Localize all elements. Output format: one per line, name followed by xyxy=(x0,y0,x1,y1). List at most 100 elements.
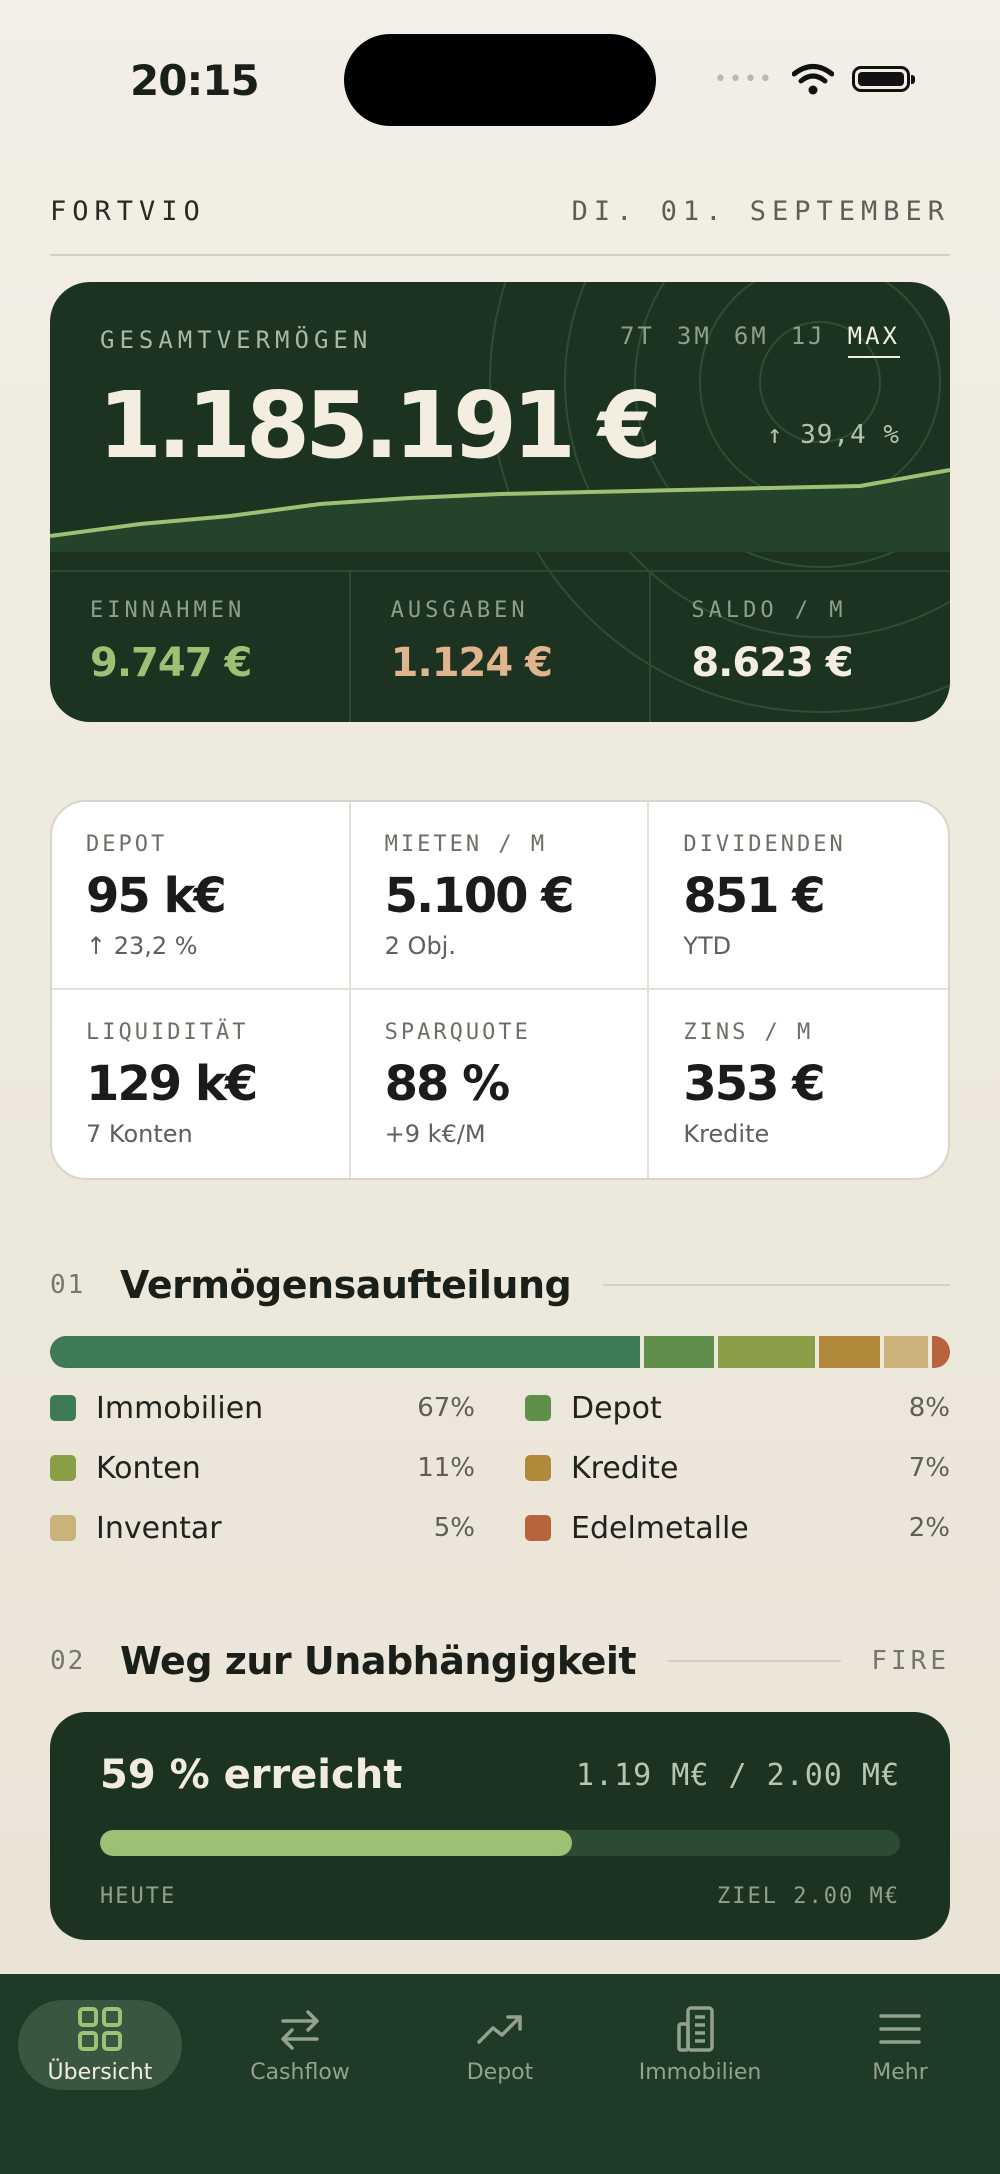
fire-progress-card[interactable]: 59 % erreicht 1.19 M€ / 2.00 M€ HEUTE ZI… xyxy=(50,1712,950,1940)
section-title: Weg zur Unabhängigkeit xyxy=(120,1639,637,1683)
legend-swatch xyxy=(50,1395,76,1421)
range-tab-max[interactable]: MAX xyxy=(847,322,900,358)
kpi-rents[interactable]: MIETEN / M 5.100 € 2 Obj. xyxy=(350,802,650,990)
fire-section-header: 02 Weg zur Unabhängigkeit FIRE xyxy=(50,1636,950,1686)
legend-swatch xyxy=(50,1515,76,1541)
arrows-exchange-icon xyxy=(281,2009,319,2050)
fire-start-label: HEUTE xyxy=(100,1884,177,1909)
tab-depot[interactable]: Depot xyxy=(400,1984,600,2104)
battery-icon xyxy=(851,66,915,92)
bottom-tab-bar: Übersicht Cashflow Depot Immobilien Mehr xyxy=(0,1974,1000,2174)
net-worth-card[interactable]: GESAMTVERMÖGEN 1.185.191 € 7T 3M 6M 1J M… xyxy=(50,282,950,722)
fire-goal-label: ZIEL 2.00 M€ xyxy=(717,1884,900,1909)
legend-name: Inventar xyxy=(96,1510,222,1546)
expenses-stat[interactable]: AUSGABEN 1.124 € xyxy=(351,572,652,722)
balance-value: 8.623 € xyxy=(691,640,853,686)
kpi-subtext: ↑ 23,2 % xyxy=(86,932,198,960)
tab-uebersicht[interactable]: Übersicht xyxy=(0,1984,200,2104)
fire-progress-fill xyxy=(100,1830,572,1856)
kpi-value: 5.100 € xyxy=(384,868,575,924)
section-number: 02 xyxy=(50,1646,86,1676)
net-worth-sparkline xyxy=(50,468,950,552)
legend-item-kredite[interactable]: Kredite 7% xyxy=(525,1450,950,1486)
allocation-segment-edelmetalle xyxy=(932,1336,950,1368)
kpi-subtext: 2 Obj. xyxy=(384,932,456,960)
fire-progress-track xyxy=(100,1830,900,1856)
legend-name: Kredite xyxy=(571,1450,679,1486)
tab-label: Immobilien xyxy=(638,2059,762,2085)
kpi-value: 851 € xyxy=(683,868,825,924)
kpi-liquidity[interactable]: LIQUIDITÄT 129 k€ 7 Konten xyxy=(52,990,351,1178)
legend-item-edelmetalle[interactable]: Edelmetalle 2% xyxy=(525,1511,950,1546)
allocation-segment-immobilien xyxy=(50,1336,640,1368)
app-brand: FORTVIO xyxy=(50,196,206,227)
kpi-interest[interactable]: ZINS / M 353 € Kredite xyxy=(649,990,948,1178)
legend-percent: 5% xyxy=(433,1513,475,1543)
allocation-legend: Immobilien 67% Depot 8% Konten 11% Kredi… xyxy=(50,1390,950,1546)
expenses-label: AUSGABEN xyxy=(390,598,529,623)
legend-percent: 7% xyxy=(908,1453,950,1483)
kpi-subtext: 7 Konten xyxy=(86,1120,193,1148)
tab-immobilien[interactable]: Immobilien xyxy=(600,1984,800,2104)
kpi-value: 129 k€ xyxy=(86,1056,258,1112)
kpi-label: LIQUIDITÄT xyxy=(86,1020,249,1045)
building-icon xyxy=(677,2005,714,2052)
allocation-segment-kredite xyxy=(818,1336,881,1368)
kpi-subtext: Kredite xyxy=(683,1120,770,1148)
current-date: DI. 01. SEPTEMBER xyxy=(571,196,950,227)
legend-swatch xyxy=(50,1455,76,1481)
tab-label: Mehr xyxy=(872,2059,928,2085)
allocation-segment-depot xyxy=(643,1336,714,1368)
balance-stat[interactable]: SALDO / M 8.623 € xyxy=(651,572,950,722)
tab-mehr[interactable]: Mehr xyxy=(800,1984,1000,2104)
range-tab-3m[interactable]: 3M xyxy=(677,322,712,358)
balance-label: SALDO / M xyxy=(691,598,847,623)
kpi-dividends[interactable]: DIVIDENDEN 851 € YTD xyxy=(649,802,948,990)
kpi-label: SPARQUOTE xyxy=(384,1020,531,1045)
legend-item-konten[interactable]: Konten 11% xyxy=(50,1451,475,1486)
allocation-bar[interactable] xyxy=(50,1336,950,1368)
kpi-depot[interactable]: DEPOT 95 k€ ↑ 23,2 % xyxy=(52,802,351,990)
cellular-signal-icon: •••• xyxy=(714,66,774,92)
range-tab-1j[interactable]: 1J xyxy=(791,322,826,358)
legend-swatch xyxy=(525,1455,551,1481)
status-time: 20:15 xyxy=(130,56,260,105)
section-title: Vermögensaufteilung xyxy=(120,1263,572,1307)
sparkline-area xyxy=(50,470,950,552)
tab-label: Cashflow xyxy=(250,2059,350,2085)
legend-item-depot[interactable]: Depot 8% xyxy=(525,1391,950,1426)
tab-cashflow[interactable]: Cashflow xyxy=(200,1984,400,2104)
kpi-label: DEPOT xyxy=(86,832,168,857)
range-tab-7t[interactable]: 7T xyxy=(620,322,655,358)
kpi-value: 88 % xyxy=(384,1056,511,1112)
section-number: 01 xyxy=(50,1270,86,1300)
kpi-value: 95 k€ xyxy=(86,868,227,924)
fire-headline: 59 % erreicht xyxy=(100,1752,403,1798)
allocation-section-header: 01 Vermögensaufteilung xyxy=(50,1260,950,1310)
legend-percent: 8% xyxy=(908,1393,950,1423)
cashflow-summary: EINNAHMEN 9.747 € AUSGABEN 1.124 € SALDO… xyxy=(50,570,950,722)
kpi-label: MIETEN / M xyxy=(384,832,548,857)
expenses-value: 1.124 € xyxy=(390,640,553,686)
section-divider xyxy=(668,1660,842,1662)
range-tab-6m[interactable]: 6M xyxy=(734,322,769,358)
grid-icon xyxy=(78,2006,122,2051)
legend-name: Immobilien xyxy=(96,1390,264,1426)
legend-item-immobilien[interactable]: Immobilien 67% xyxy=(50,1390,475,1426)
tab-label: Übersicht xyxy=(47,2059,153,2085)
status-icons: •••• xyxy=(714,58,915,100)
dynamic-island xyxy=(344,34,656,126)
income-stat[interactable]: EINNAHMEN 9.747 € xyxy=(50,572,351,722)
legend-item-inventar[interactable]: Inventar 5% xyxy=(50,1510,475,1546)
legend-swatch xyxy=(525,1395,551,1421)
kpi-grid: DEPOT 95 k€ ↑ 23,2 % MIETEN / M 5.100 € … xyxy=(50,800,950,1180)
kpi-savings-rate[interactable]: SPARQUOTE 88 % +9 k€/M xyxy=(351,990,650,1178)
kpi-subtext: YTD xyxy=(683,932,732,960)
kpi-label: DIVIDENDEN xyxy=(683,832,846,857)
kpi-label: ZINS / M xyxy=(683,1020,814,1045)
tab-label: Depot xyxy=(466,2059,534,2085)
legend-swatch xyxy=(525,1515,551,1541)
fire-tag: FIRE xyxy=(871,1646,950,1676)
range-selector: 7T 3M 6M 1J MAX xyxy=(620,322,900,358)
trend-up-icon xyxy=(477,2014,522,2044)
